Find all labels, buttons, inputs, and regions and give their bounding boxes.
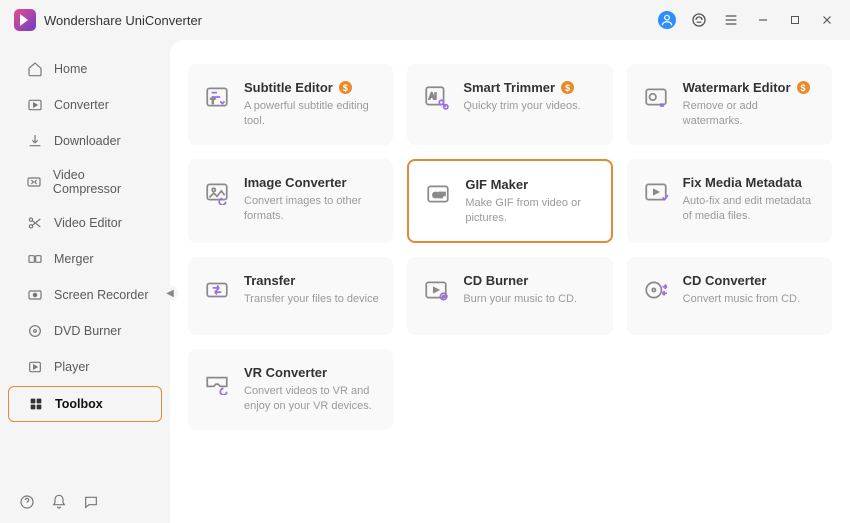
- menu-button[interactable]: [722, 11, 740, 29]
- sidebar-item-screen-recorder[interactable]: Screen Recorder: [8, 278, 162, 312]
- image-icon: [202, 177, 232, 207]
- disc-icon: [26, 322, 44, 340]
- vr-icon: [202, 367, 232, 397]
- tool-card-gif[interactable]: GIF GIF Maker Make GIF from video or pictu…: [407, 159, 612, 244]
- app-logo-icon: [14, 9, 36, 31]
- maximize-button[interactable]: [786, 11, 804, 29]
- sidebar-item-toolbox[interactable]: Toolbox: [8, 386, 162, 422]
- premium-badge-icon: $: [561, 81, 574, 94]
- sidebar-item-label: Screen Recorder: [54, 288, 149, 302]
- svg-text:GIF: GIF: [433, 190, 446, 199]
- tool-description: Convert images to other formats.: [244, 194, 379, 224]
- tool-title: CD Burner: [463, 273, 528, 288]
- tool-card-cdconv[interactable]: CD Converter Convert music from CD.: [627, 257, 832, 335]
- tool-card-trimmer[interactable]: AI Smart Trimmer $ Quicky trim your videos.: [407, 64, 612, 145]
- nav-list: Home Converter Downloader Video Compress…: [0, 50, 170, 481]
- sidebar-item-label: Home: [54, 62, 87, 76]
- minimize-button[interactable]: [754, 11, 772, 29]
- sidebar-item-label: Merger: [54, 252, 94, 266]
- sidebar-item-converter[interactable]: Converter: [8, 88, 162, 122]
- tool-description: Convert music from CD.: [683, 292, 818, 307]
- tool-card-image[interactable]: Image Converter Convert images to other f…: [188, 159, 393, 244]
- close-button[interactable]: [818, 11, 836, 29]
- tool-title: Watermark Editor: [683, 80, 791, 95]
- toolbox-icon: [27, 395, 45, 413]
- compress-icon: [26, 173, 43, 191]
- sidebar-item-label: Player: [54, 360, 89, 374]
- premium-badge-icon: $: [339, 81, 352, 94]
- tool-description: A powerful subtitle editing tool.: [244, 99, 379, 129]
- sidebar-item-downloader[interactable]: Downloader: [8, 124, 162, 158]
- sidebar-collapse-button[interactable]: ◀: [162, 285, 178, 301]
- tool-description: Burn your music to CD.: [463, 292, 598, 307]
- tool-description: Make GIF from video or pictures.: [465, 196, 596, 226]
- sidebar-item-label: Video Editor: [54, 216, 122, 230]
- app-title: Wondershare UniConverter: [44, 13, 202, 28]
- tool-card-metadata[interactable]: Fix Media Metadata Auto-fix and edit meta…: [627, 159, 832, 244]
- main-content: T Subtitle Editor $ A powerful subtitle edi…: [170, 40, 850, 523]
- sidebar-item-player[interactable]: Player: [8, 350, 162, 384]
- subtitle-icon: T: [202, 82, 232, 112]
- download-icon: [26, 132, 44, 150]
- tool-description: Auto-fix and edit metadata of media file…: [683, 194, 818, 224]
- feedback-button[interactable]: [82, 493, 100, 511]
- sidebar-item-dvd-burner[interactable]: DVD Burner: [8, 314, 162, 348]
- tool-description: Quicky trim your videos.: [463, 99, 598, 114]
- tool-title: GIF Maker: [465, 177, 528, 192]
- tool-card-cdburn[interactable]: CD Burner Burn your music to CD.: [407, 257, 612, 335]
- play-icon: [26, 358, 44, 376]
- tool-card-vr[interactable]: VR Converter Convert videos to VR and enj…: [188, 349, 393, 430]
- help-button[interactable]: [18, 493, 36, 511]
- tool-card-watermark[interactable]: Watermark Editor $ Remove or add watermark…: [627, 64, 832, 145]
- scissors-icon: [26, 214, 44, 232]
- sidebar-item-label: Toolbox: [55, 397, 103, 411]
- tool-title: Subtitle Editor: [244, 80, 333, 95]
- tool-title: Fix Media Metadata: [683, 175, 802, 190]
- tool-title: Smart Trimmer: [463, 80, 555, 95]
- support-button[interactable]: [690, 11, 708, 29]
- sidebar-item-label: DVD Burner: [54, 324, 121, 338]
- notifications-button[interactable]: [50, 493, 68, 511]
- premium-badge-icon: $: [797, 81, 810, 94]
- svg-text:AI: AI: [429, 92, 437, 101]
- user-account-button[interactable]: [658, 11, 676, 29]
- tool-card-transfer[interactable]: Transfer Transfer your files to device: [188, 257, 393, 335]
- sidebar-item-home[interactable]: Home: [8, 52, 162, 86]
- sidebar-item-video-editor[interactable]: Video Editor: [8, 206, 162, 240]
- sidebar: Home Converter Downloader Video Compress…: [0, 40, 170, 523]
- cdburn-icon: [421, 275, 451, 305]
- gif-icon: GIF: [423, 179, 453, 209]
- home-icon: [26, 60, 44, 78]
- sidebar-item-merger[interactable]: Merger: [8, 242, 162, 276]
- tool-title: CD Converter: [683, 273, 767, 288]
- cdconv-icon: [641, 275, 671, 305]
- metadata-icon: [641, 177, 671, 207]
- watermark-icon: [641, 82, 671, 112]
- tool-title: Transfer: [244, 273, 295, 288]
- sidebar-item-label: Converter: [54, 98, 109, 112]
- tool-card-subtitle[interactable]: T Subtitle Editor $ A powerful subtitle edi…: [188, 64, 393, 145]
- sidebar-item-label: Downloader: [54, 134, 121, 148]
- record-icon: [26, 286, 44, 304]
- titlebar: Wondershare UniConverter: [0, 0, 850, 40]
- tool-title: VR Converter: [244, 365, 327, 380]
- tool-title: Image Converter: [244, 175, 347, 190]
- tool-description: Transfer your files to device: [244, 292, 379, 307]
- sidebar-item-video-compressor[interactable]: Video Compressor: [8, 160, 162, 204]
- sidebar-item-label: Video Compressor: [53, 168, 150, 196]
- converter-icon: [26, 96, 44, 114]
- tools-grid: T Subtitle Editor $ A powerful subtitle edi…: [188, 64, 832, 430]
- trimmer-icon: AI: [421, 82, 451, 112]
- tool-description: Convert videos to VR and enjoy on your V…: [244, 384, 379, 414]
- svg-text:T: T: [211, 97, 216, 106]
- merger-icon: [26, 250, 44, 268]
- tool-description: Remove or add watermarks.: [683, 99, 818, 129]
- transfer-icon: [202, 275, 232, 305]
